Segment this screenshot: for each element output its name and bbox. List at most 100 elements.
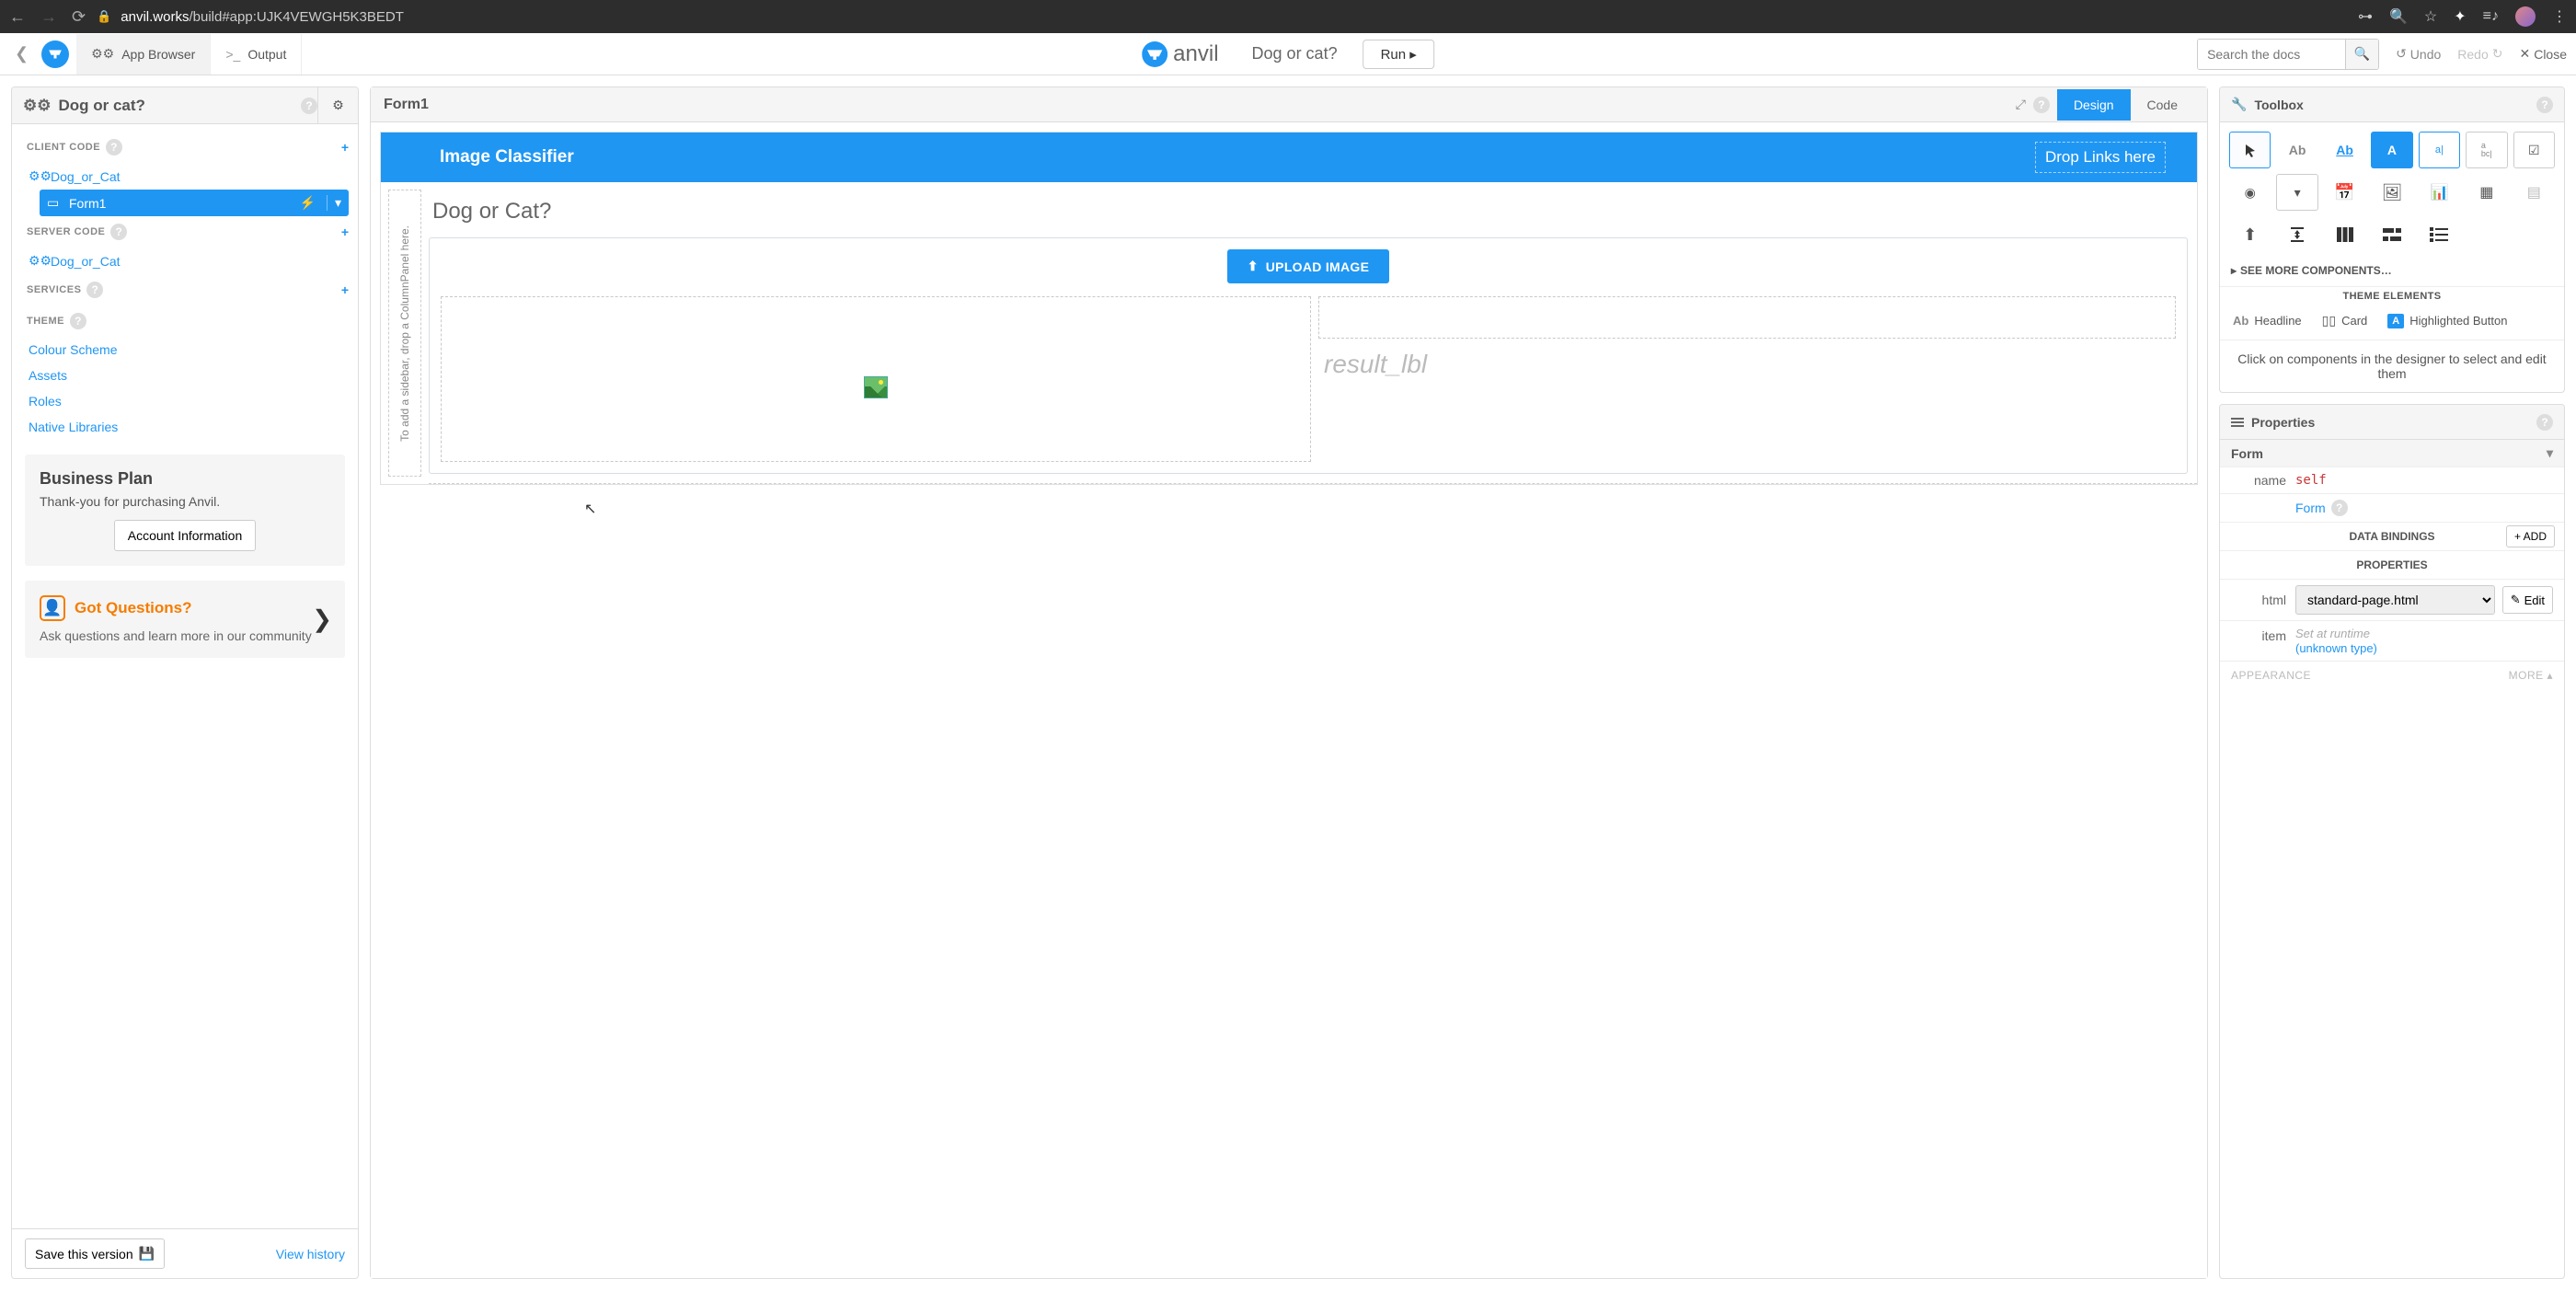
browser-url[interactable]: anvil.works/build#app:UJK4VEWGH5K3BEDT bbox=[121, 9, 404, 25]
theme-card[interactable]: ▯▯Card bbox=[2322, 313, 2368, 328]
tab-design[interactable]: Design bbox=[2057, 89, 2131, 121]
tool-textarea[interactable]: abc| bbox=[2466, 132, 2507, 168]
theme-headline[interactable]: AbHeadline bbox=[2233, 314, 2302, 328]
tool-plot[interactable]: 📊 bbox=[2419, 174, 2460, 211]
tool-checkbox[interactable]: ☑ bbox=[2513, 132, 2555, 168]
account-info-button[interactable]: Account Information bbox=[114, 520, 257, 551]
search-docs[interactable]: 🔍 bbox=[2197, 39, 2379, 70]
properties-panel: Properties ? Form▾ name self Form ? bbox=[2219, 404, 2565, 1279]
add-binding-button[interactable]: + ADD bbox=[2506, 525, 2555, 547]
tool-label[interactable]: Ab bbox=[2276, 132, 2317, 168]
tool-linear-panel[interactable] bbox=[2419, 216, 2460, 253]
tool-fileloader[interactable]: ⬆ bbox=[2229, 216, 2271, 253]
playlist-icon[interactable]: ≡♪ bbox=[2483, 8, 2499, 25]
view-history-link[interactable]: View history bbox=[276, 1247, 345, 1261]
result-label[interactable]: result_lbl bbox=[1318, 344, 2176, 385]
extensions-icon[interactable]: ✦ bbox=[2454, 7, 2466, 26]
theme-native-libraries[interactable]: Native Libraries bbox=[21, 414, 349, 440]
sidebar-drop-zone[interactable]: To add a sidebar, drop a ColumnPanel her… bbox=[388, 190, 421, 477]
help-icon[interactable]: ? bbox=[106, 139, 122, 155]
drop-links-zone[interactable]: Drop Links here bbox=[2035, 142, 2166, 173]
drop-slot[interactable] bbox=[1318, 296, 2176, 339]
upload-image-button[interactable]: ⬆ UPLOAD IMAGE bbox=[1227, 249, 1390, 283]
browser-reload[interactable]: ⟳ bbox=[72, 7, 86, 27]
close-button[interactable]: ✕ Close bbox=[2519, 46, 2567, 62]
result-column[interactable]: result_lbl bbox=[1318, 296, 2176, 462]
tool-radio[interactable]: ◉ bbox=[2229, 174, 2271, 211]
tab-output[interactable]: >_ Output bbox=[211, 34, 302, 75]
tool-column-panel[interactable] bbox=[2324, 216, 2365, 253]
help-icon[interactable]: ? bbox=[110, 224, 127, 240]
form-canvas[interactable]: Image Classifier Drop Links here To add … bbox=[380, 132, 2198, 485]
nav-back-icon[interactable]: ❮ bbox=[9, 40, 34, 67]
tool-repeating-panel[interactable]: ▤ bbox=[2513, 174, 2555, 211]
main-drop-area[interactable]: Dog or Cat? ⬆ UPLOAD IMAGE bbox=[429, 182, 2197, 484]
tool-datagrid[interactable]: ▦ bbox=[2466, 174, 2507, 211]
heading-label[interactable]: Dog or Cat? bbox=[429, 191, 2188, 237]
edit-html-button[interactable]: ✎ Edit bbox=[2502, 586, 2553, 614]
module-server[interactable]: ⚙⚙ Dog_or_Cat bbox=[21, 248, 349, 274]
tool-spacer[interactable] bbox=[2276, 216, 2317, 253]
form-link[interactable]: Form bbox=[2295, 501, 2326, 515]
star-icon[interactable]: ☆ bbox=[2424, 7, 2437, 26]
card-panel[interactable]: ⬆ UPLOAD IMAGE result_lbl bbox=[429, 237, 2188, 474]
kebab-menu-icon[interactable]: ⋮ bbox=[2552, 7, 2567, 26]
tab-app-browser[interactable]: ⚙⚙ App Browser bbox=[76, 34, 211, 75]
tool-link[interactable]: Ab bbox=[2324, 132, 2365, 168]
plan-card: Business Plan Thank-you for purchasing A… bbox=[25, 455, 345, 566]
help-icon[interactable]: ? bbox=[2536, 414, 2553, 431]
image-placeholder-column[interactable] bbox=[441, 296, 1311, 462]
form-section-header[interactable]: Form▾ bbox=[2220, 440, 2564, 467]
key-icon[interactable]: ⊶ bbox=[2358, 7, 2373, 26]
redo-button[interactable]: Redo ↻ bbox=[2457, 46, 2502, 62]
search-button[interactable]: 🔍 bbox=[2345, 40, 2378, 69]
theme-roles[interactable]: Roles bbox=[21, 388, 349, 414]
expand-icon[interactable]: ⤢ bbox=[2008, 97, 2033, 112]
theme-colour-scheme[interactable]: Colour Scheme bbox=[21, 337, 349, 363]
html-select[interactable]: standard-page.html bbox=[2295, 585, 2495, 615]
tool-datepicker[interactable]: 📅 bbox=[2324, 174, 2365, 211]
tool-button[interactable]: A bbox=[2371, 132, 2412, 168]
tool-image[interactable]: 🖼 bbox=[2371, 174, 2412, 211]
search-input[interactable] bbox=[2198, 40, 2345, 69]
see-more-components[interactable]: ▸ SEE MORE COMPONENTS… bbox=[2220, 259, 2564, 286]
browser-forward[interactable]: → bbox=[40, 7, 57, 27]
add-client-code[interactable]: + bbox=[341, 140, 349, 155]
add-service[interactable]: + bbox=[341, 282, 349, 297]
tool-textbox[interactable]: a| bbox=[2419, 132, 2460, 168]
form-titlebar[interactable]: Image Classifier Drop Links here bbox=[381, 132, 2197, 182]
data-bindings-header: DATA BINDINGS + ADD bbox=[2220, 523, 2564, 551]
zoom-icon[interactable]: 🔍 bbox=[2389, 7, 2408, 26]
save-version-button[interactable]: Save this version 💾 bbox=[25, 1238, 165, 1269]
appearance-section[interactable]: APPEARANCE MORE ▴ bbox=[2220, 662, 2564, 689]
help-icon[interactable]: ? bbox=[70, 313, 86, 329]
tool-pointer[interactable] bbox=[2229, 132, 2271, 168]
anvil-logo-icon[interactable] bbox=[41, 40, 69, 68]
dropdown-icon[interactable]: ▾ bbox=[327, 195, 341, 211]
name-value[interactable]: self bbox=[2295, 473, 2327, 488]
left-panel-header: ⚙⚙Dog or cat? ? ⚙ bbox=[12, 87, 358, 124]
settings-gear-icon[interactable]: ⚙ bbox=[317, 87, 358, 124]
theme-assets[interactable]: Assets bbox=[21, 363, 349, 388]
help-icon[interactable]: ? bbox=[2536, 97, 2553, 113]
help-icon[interactable]: ? bbox=[2331, 500, 2348, 516]
theme-highlighted-button[interactable]: AHighlighted Button bbox=[2387, 314, 2507, 328]
help-icon[interactable]: ? bbox=[301, 98, 317, 114]
run-button[interactable]: Run ▸ bbox=[1363, 40, 1434, 69]
browser-back[interactable]: ← bbox=[9, 7, 26, 27]
help-icon[interactable]: ? bbox=[86, 282, 103, 298]
profile-avatar[interactable] bbox=[2515, 6, 2536, 27]
more-toggle[interactable]: MORE ▴ bbox=[2509, 669, 2553, 682]
form1-item[interactable]: ▭ Form1 ⚡ ▾ bbox=[40, 190, 349, 216]
help-icon[interactable]: ? bbox=[2033, 97, 2050, 113]
tab-code[interactable]: Code bbox=[2131, 89, 2194, 121]
tool-flow-panel[interactable] bbox=[2371, 216, 2412, 253]
module-client[interactable]: ⚙⚙ Dog_or_Cat bbox=[21, 163, 349, 190]
promo-card[interactable]: 👤Got Questions? Ask questions and learn … bbox=[25, 581, 345, 658]
form-icon: ▭ bbox=[47, 195, 62, 211]
item-type-link[interactable]: (unknown type) bbox=[2295, 641, 2377, 655]
plan-desc: Thank-you for purchasing Anvil. bbox=[40, 494, 330, 509]
add-server-code[interactable]: + bbox=[341, 225, 349, 239]
tool-dropdown[interactable]: ▾ bbox=[2276, 174, 2317, 211]
undo-button[interactable]: ↺ Undo bbox=[2396, 46, 2441, 62]
